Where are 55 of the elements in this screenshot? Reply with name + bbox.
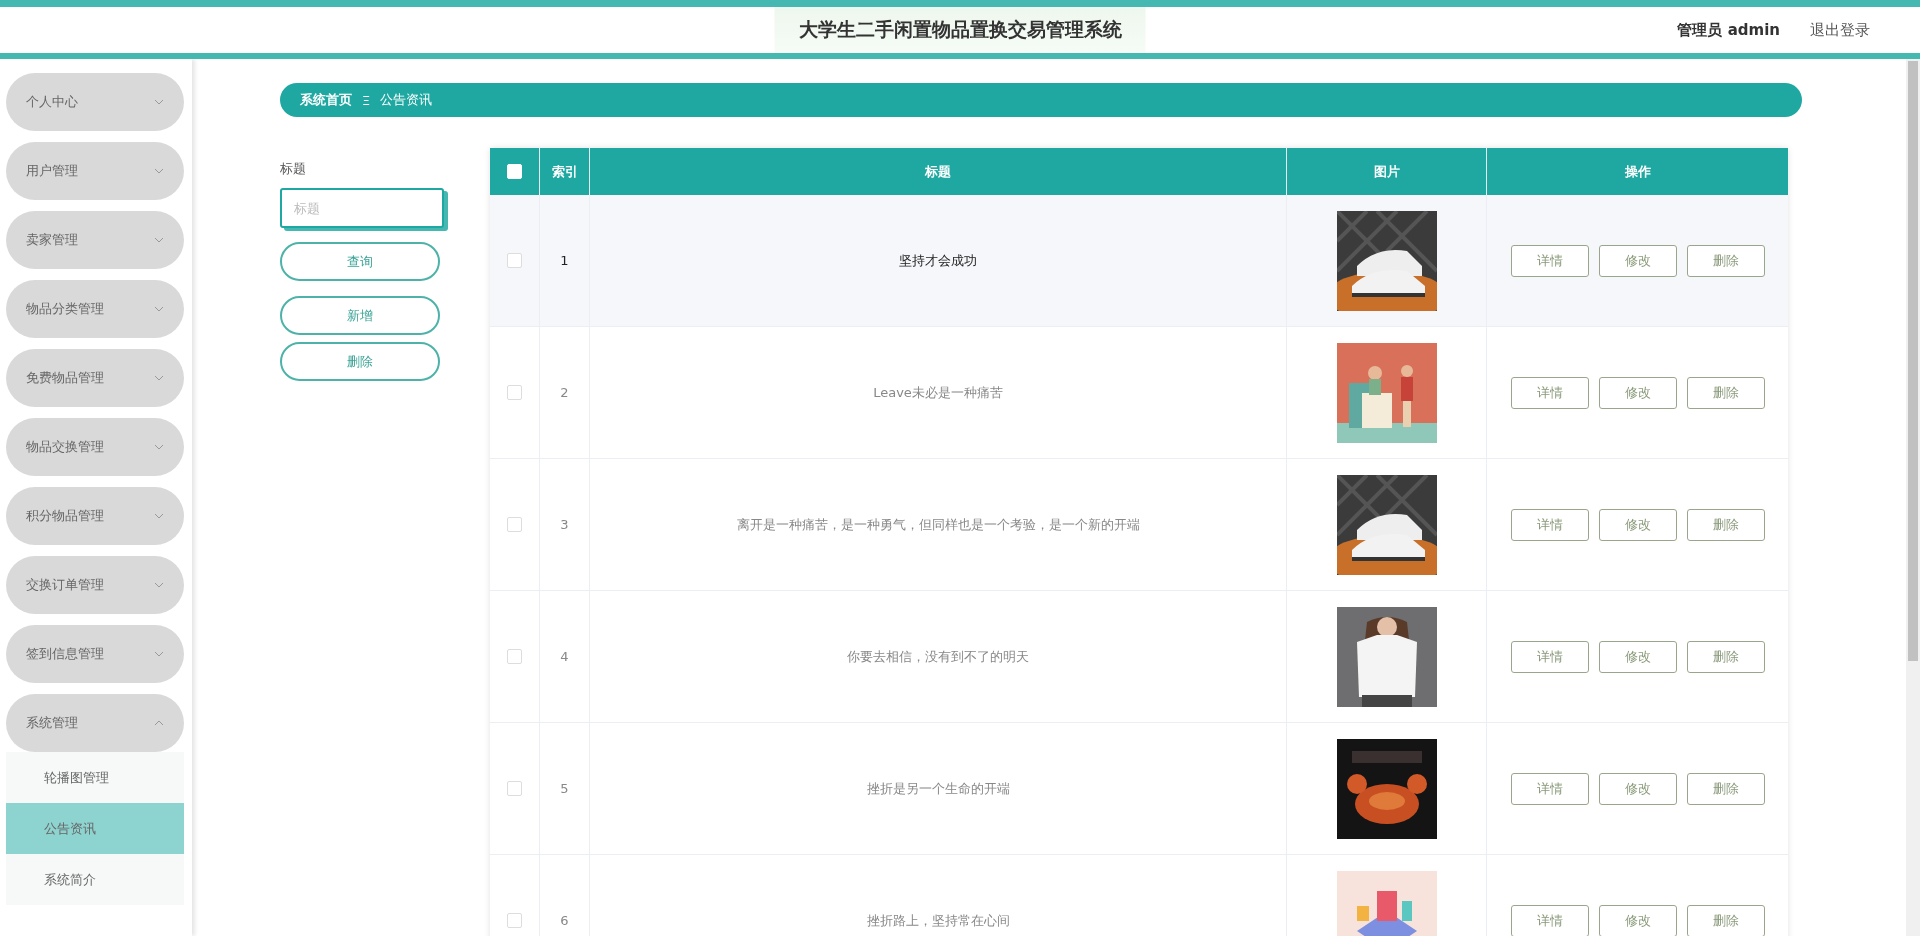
column-header: 操作 [1623, 162, 1652, 181]
index-cell: 1 [560, 253, 569, 268]
index-cell: 4 [560, 649, 569, 664]
delete-button[interactable]: 删除 [1686, 904, 1765, 936]
add-button[interactable]: 新增 [280, 296, 440, 335]
details-button[interactable]: 详情 [1510, 508, 1589, 541]
sidebar-item[interactable]: 积分物品管理 [6, 487, 184, 545]
sidebar-item[interactable]: 个人中心 [6, 73, 184, 131]
index-cell: 5 [560, 781, 569, 796]
details-button[interactable]: 详情 [1510, 640, 1589, 673]
sidebar-item[interactable]: 物品交换管理 [6, 418, 184, 476]
index-cell: 3 [560, 517, 569, 532]
sidebar-subitem[interactable]: 系统简介 [6, 854, 184, 905]
title-input-field[interactable]: 标题 [280, 188, 444, 228]
breadcrumb-current: 公告资讯 [380, 91, 433, 109]
edit-button[interactable]: 修改 [1598, 508, 1677, 541]
system-title: 大学生二手闲置物品置换交易管理系统 [774, 7, 1146, 53]
details-button[interactable]: 详情 [1510, 772, 1589, 805]
edit-button[interactable]: 修改 [1598, 244, 1677, 277]
sidebar-item[interactable]: 系统管理 [6, 694, 184, 752]
sidebar-item[interactable]: 免费物品管理 [6, 349, 184, 407]
user-name: 管理员 admin [1677, 20, 1780, 40]
delete-button[interactable]: 删除 [1686, 640, 1765, 673]
details-button[interactable]: 详情 [1510, 904, 1589, 936]
logout-link[interactable]: 退出登录 [1810, 20, 1870, 40]
sidebar-item[interactable]: 用户管理 [6, 142, 184, 200]
delete-button[interactable]: 删除 [1686, 772, 1765, 805]
title-cell: 坚持才会成功 [899, 251, 977, 270]
edit-button[interactable]: 修改 [1598, 640, 1677, 673]
title-cell: 挫折路上，坚持常在心间 [866, 911, 1010, 930]
edit-button[interactable]: 修改 [1598, 904, 1677, 936]
delete-button[interactable]: 删除 [1686, 244, 1765, 277]
title-cell: 离开是一种痛苦，是一种勇气，但同样也是一个考验，是一个新的开端 [736, 515, 1140, 534]
delete-button[interactable]: 删除 [280, 342, 440, 381]
edit-button[interactable]: 修改 [1598, 772, 1677, 805]
details-button[interactable]: 详情 [1510, 376, 1589, 409]
sidebar-item[interactable]: 交换订单管理 [6, 556, 184, 614]
breadcrumb-home-link[interactable]: 系统首页 [300, 91, 352, 109]
sidebar-subitem[interactable]: 公告资讯 [6, 803, 184, 854]
title-cell: 你要去相信，没有到不了的明天 [847, 647, 1029, 666]
sidebar-item[interactable]: 卖家管理 [6, 211, 184, 269]
title-cell: Leave未必是一种痛苦 [873, 383, 1003, 402]
sidebar-item[interactable]: 签到信息管理 [6, 625, 184, 683]
delete-button[interactable]: 删除 [1686, 376, 1765, 409]
details-button[interactable]: 详情 [1510, 244, 1589, 277]
index-cell: 6 [560, 913, 569, 928]
index-cell: 2 [560, 385, 569, 400]
sidebar-item[interactable]: 物品分类管理 [6, 280, 184, 338]
search-button[interactable]: 查询 [280, 242, 440, 281]
title-label: 标题 [280, 160, 307, 178]
delete-button[interactable]: 删除 [1686, 508, 1765, 541]
breadcrumb-separator: Ξ [362, 92, 371, 108]
sidebar-subitem[interactable]: 轮播图管理 [6, 752, 184, 803]
edit-button[interactable]: 修改 [1598, 376, 1677, 409]
title-cell: 挫折是另一个生命的开端 [866, 779, 1010, 798]
